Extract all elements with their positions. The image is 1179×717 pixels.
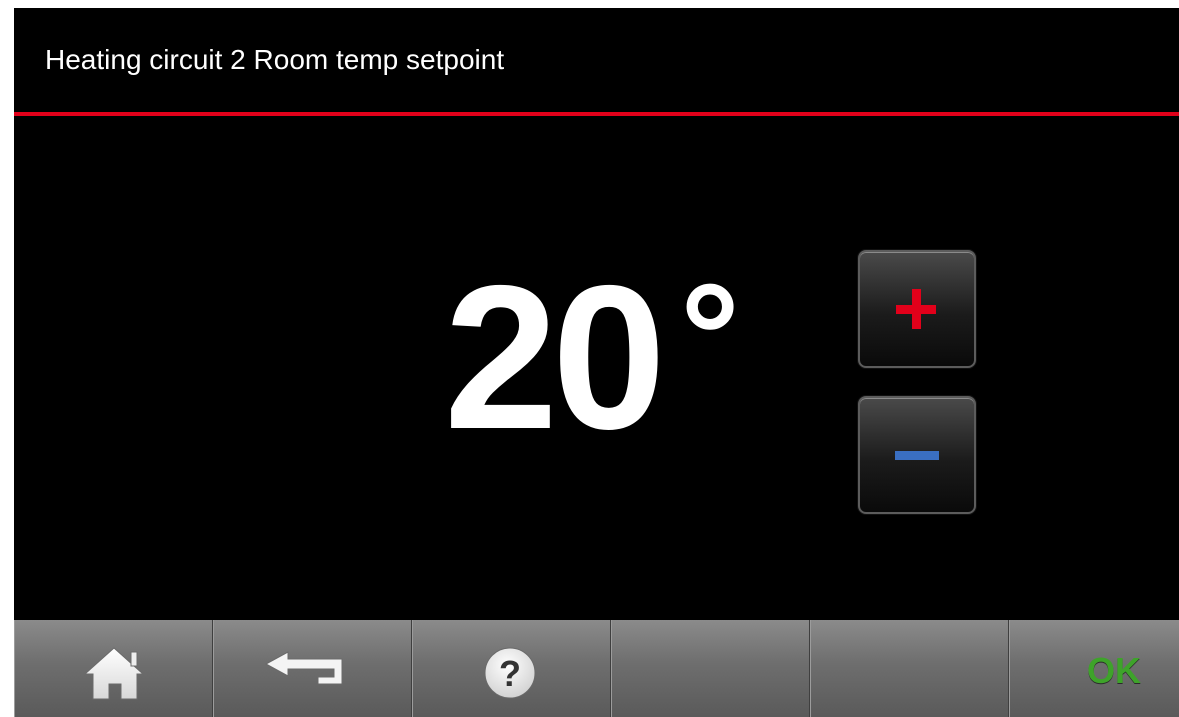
back-arrow-icon [264,651,343,685]
page-title: Heating circuit 2 Room temp setpoint [45,44,505,75]
help-button[interactable]: ? [412,620,611,717]
home-icon [83,647,145,700]
title-divider [14,112,1179,116]
decrease-button[interactable] [858,396,976,514]
minus-icon [895,451,939,460]
empty-slot-1 [611,620,810,717]
help-icon: ? [484,647,536,699]
home-button[interactable] [14,620,213,717]
empty-slot-2 [810,620,1009,717]
thermostat-screen: Heating circuit 2 Room temp setpoint 20 … [14,8,1179,717]
svg-text:?: ? [499,653,521,694]
bottom-nav-bar: ? OK [14,620,1179,717]
ok-button[interactable]: OK [1009,620,1179,717]
title-bar: Heating circuit 2 Room temp setpoint [14,8,1179,112]
ok-label: OK [1087,650,1141,691]
back-button[interactable] [213,620,412,717]
plus-icon [896,289,936,329]
setpoint-value: 20 [444,243,666,472]
setpoint-unit: ° [680,252,740,420]
increase-button[interactable] [858,250,976,368]
